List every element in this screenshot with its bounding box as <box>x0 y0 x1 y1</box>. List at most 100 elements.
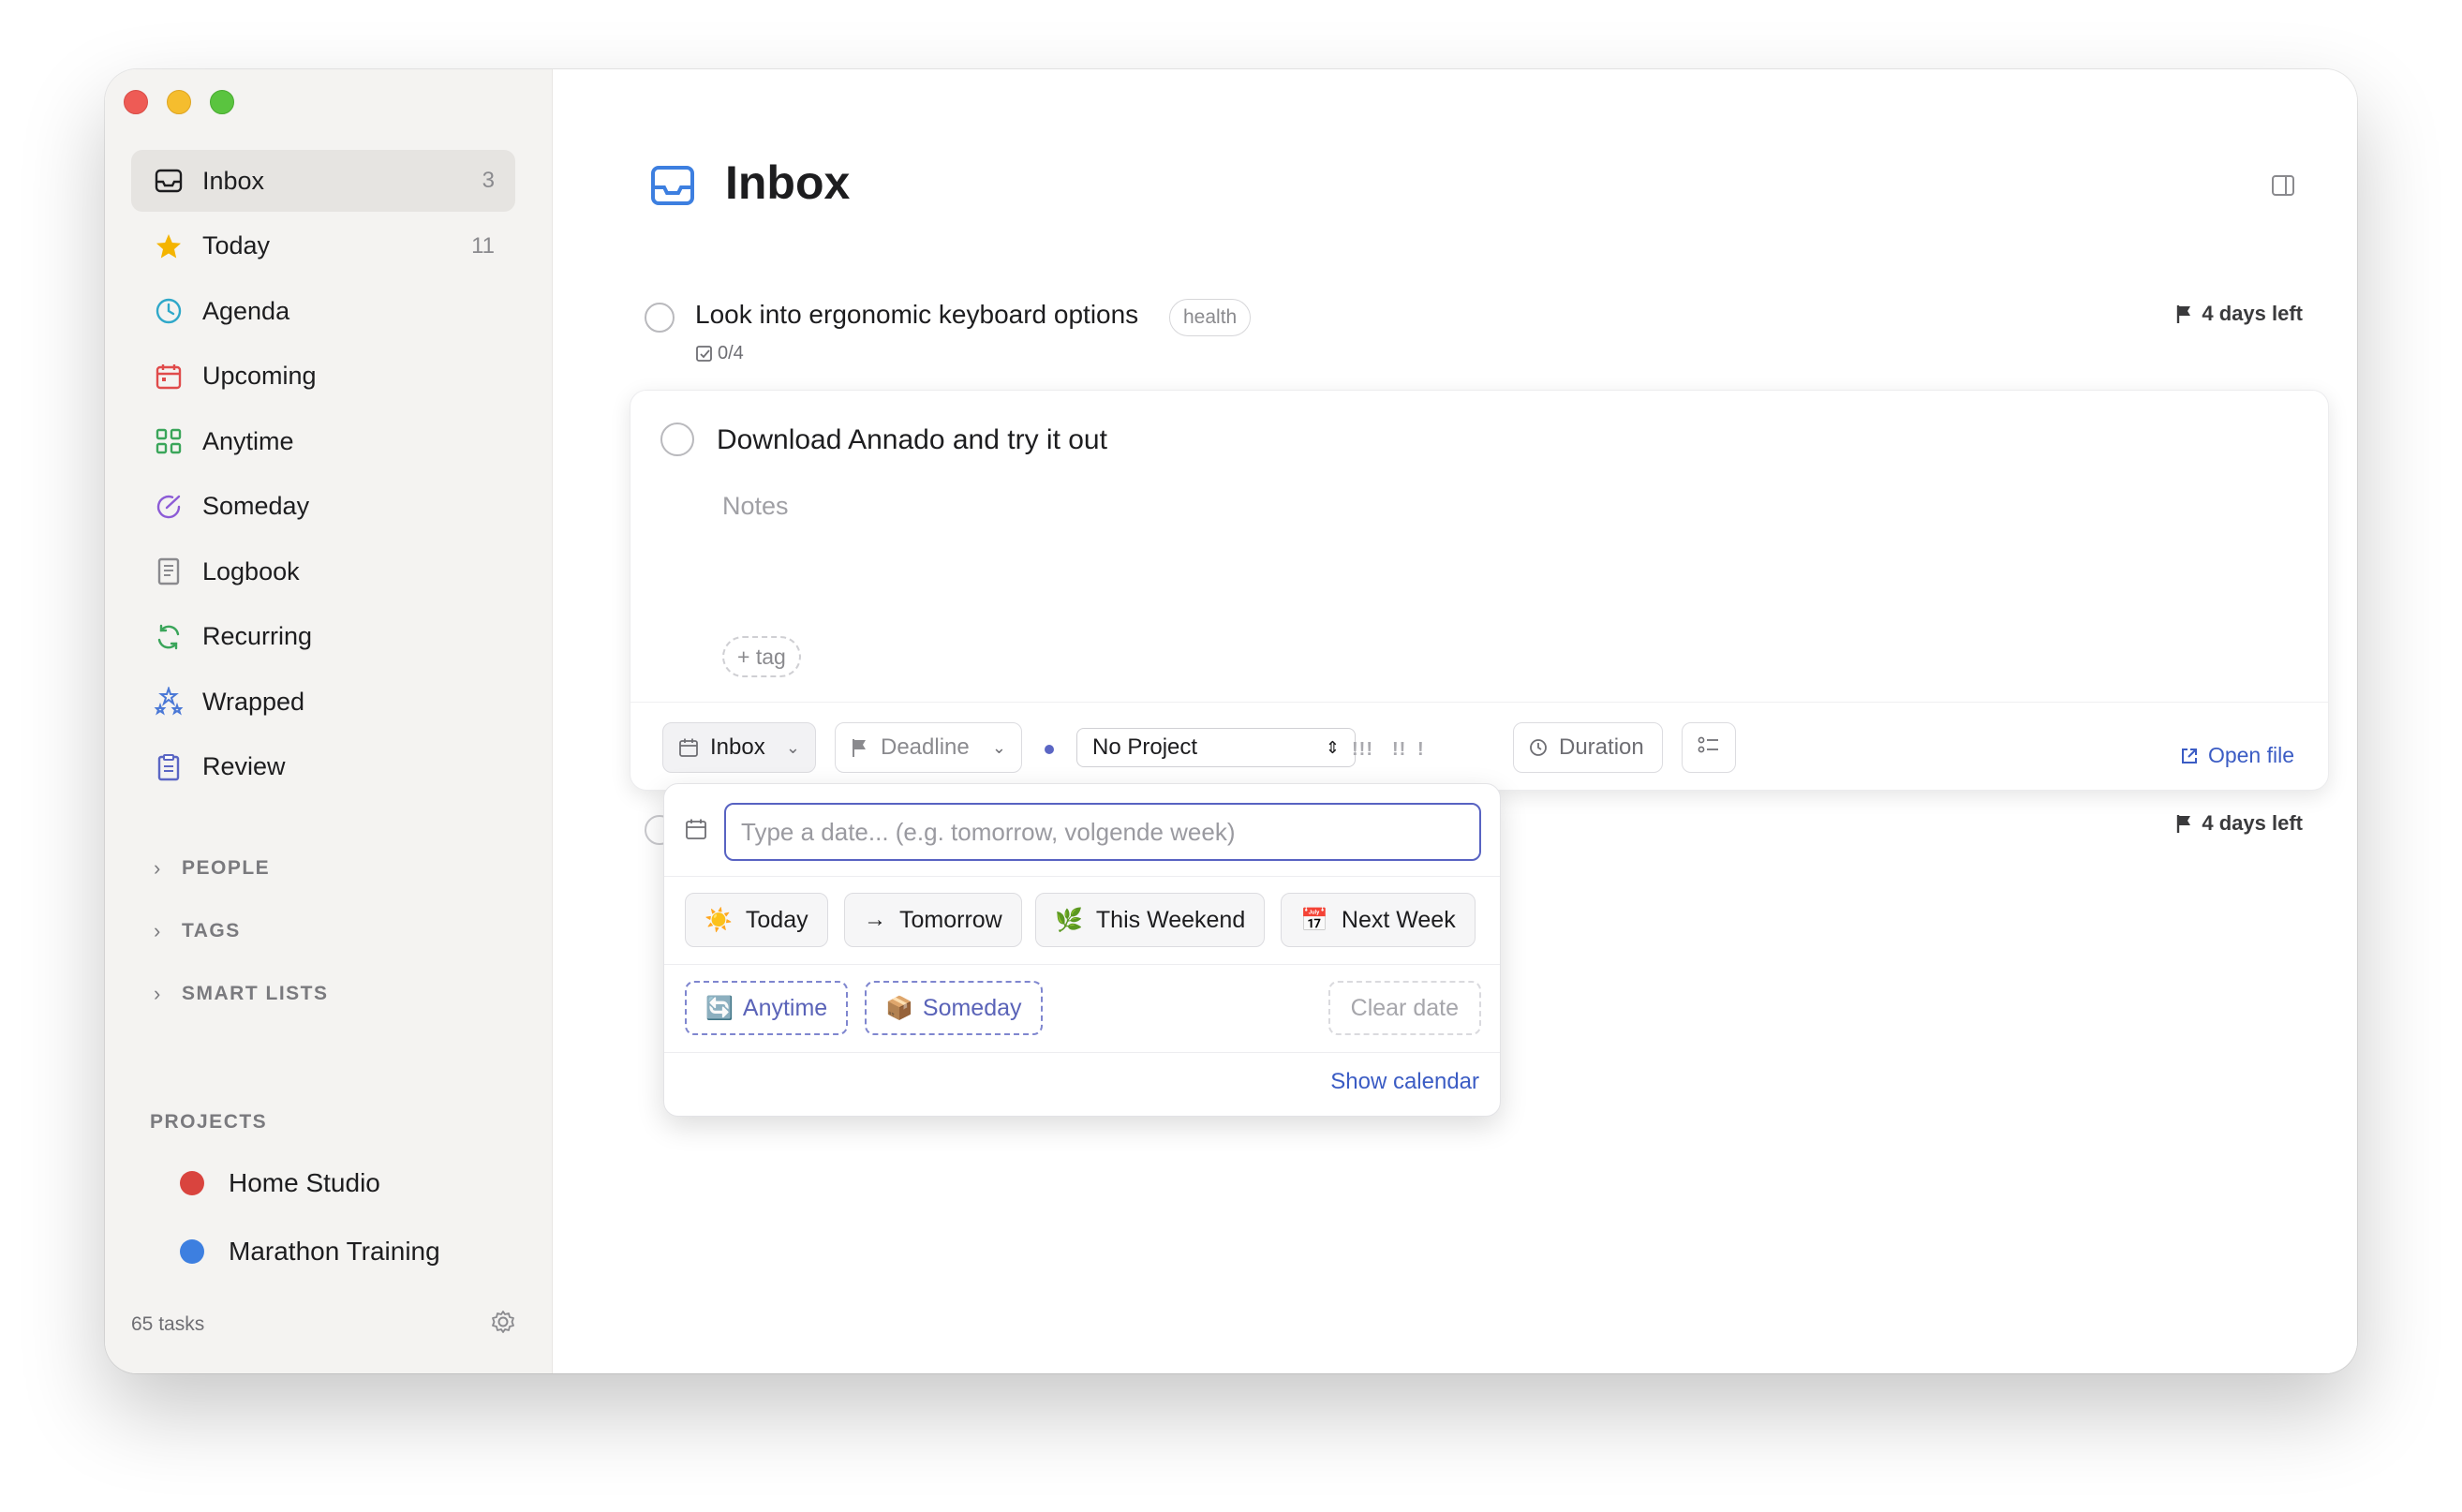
deadline-button[interactable]: Deadline ⌄ <box>835 722 1022 773</box>
project-item-marathon-training[interactable]: Marathon Training <box>180 1237 440 1267</box>
settings-gear-icon[interactable] <box>489 1308 517 1336</box>
priority-low-button[interactable]: ! <box>1417 739 1425 761</box>
sidebar-item-wrapped[interactable]: Wrapped <box>131 671 515 733</box>
recurring-icon: 🔄 <box>705 995 734 1021</box>
deadline-text: 4 days left <box>2202 811 2303 835</box>
flag-icon <box>2177 815 2191 833</box>
priority-medium-button[interactable]: !! <box>1392 739 1406 761</box>
sidebar-item-count: 3 <box>482 168 495 193</box>
project-select[interactable]: No Project ⇕ <box>1076 728 1356 767</box>
projects-header: PROJECTS <box>150 1111 268 1133</box>
sidebar-panel-toggle-icon[interactable] <box>2271 174 2295 197</box>
sidebar-item-agenda[interactable]: Agenda <box>131 280 515 342</box>
sidebar-item-label: Inbox <box>202 166 265 195</box>
project-name: Marathon Training <box>229 1237 440 1266</box>
calendar-icon <box>685 818 707 845</box>
task-editor-card: Download Annado and try it out Notes + t… <box>630 390 2329 791</box>
sidebar-item-review[interactable]: Review <box>131 736 515 798</box>
task-deadline: 4 days left <box>2175 302 2303 326</box>
project-color-dot <box>180 1239 204 1264</box>
chevron-right-icon: › <box>154 856 162 880</box>
book-icon <box>152 555 185 588</box>
sidebar-item-label: Anytime <box>202 426 294 455</box>
quick-date-label: Tomorrow <box>899 906 1002 933</box>
chevron-down-icon: ⌄ <box>785 737 800 757</box>
sidebar-item-someday[interactable]: Someday <box>131 476 515 538</box>
quick-date-next-week-button[interactable]: 📅 Next Week <box>1281 893 1476 947</box>
date-picker-popover: ☀️ Today → Tomorrow 🌿 This Weekend 📅 Nex… <box>663 783 1501 1117</box>
chevron-right-icon: › <box>154 919 162 942</box>
minimize-window-button[interactable] <box>167 90 191 114</box>
quick-date-label: This Weekend <box>1095 906 1246 933</box>
duration-button[interactable]: Duration <box>1513 722 1663 773</box>
arrow-right-icon: → <box>864 907 886 932</box>
quick-date-today-button[interactable]: ☀️ Today <box>685 893 828 947</box>
someday-label: Someday <box>922 994 1022 1021</box>
chevron-right-icon: › <box>154 982 162 1005</box>
clear-date-button[interactable]: Clear date <box>1327 981 1481 1035</box>
add-tag-button[interactable]: + tag <box>722 636 801 677</box>
sidebar: Inbox 3 Today 11 Agenda Upcoming Anytime… <box>105 69 553 1373</box>
sidebar-item-label: Wrapped <box>202 687 305 716</box>
calendar-icon: 📅 <box>1300 907 1328 933</box>
zoom-window-button[interactable] <box>210 90 234 114</box>
notes-field[interactable]: Notes <box>722 492 789 521</box>
task-tag[interactable]: health <box>1169 299 1252 336</box>
updown-chevron-icon: ⇕ <box>1325 737 1340 757</box>
quick-date-this-weekend-button[interactable]: 🌿 This Weekend <box>1035 893 1266 947</box>
date-input[interactable] <box>724 803 1481 861</box>
sidebar-item-upcoming[interactable]: Upcoming <box>131 346 515 408</box>
divider <box>664 876 1500 877</box>
recurring-icon <box>152 620 185 654</box>
task-title[interactable]: Look into ergonomic keyboard options <box>695 300 1138 330</box>
anytime-label: Anytime <box>742 994 828 1021</box>
open-file-label: Open file <box>2207 743 2294 767</box>
project-item-home-studio[interactable]: Home Studio <box>180 1168 380 1198</box>
section-label: TAGS <box>182 920 241 941</box>
sidebar-item-anytime[interactable]: Anytime <box>131 410 515 472</box>
flag-icon <box>2177 305 2191 323</box>
sidebar-item-count: 11 <box>471 232 495 259</box>
flag-icon <box>851 737 869 758</box>
checklist-button[interactable] <box>1682 722 1736 773</box>
app-window: Inbox 3 Today 11 Agenda Upcoming Anytime… <box>105 69 2357 1373</box>
anytime-button[interactable]: 🔄 Anytime <box>685 981 849 1035</box>
sidebar-item-label: Upcoming <box>202 362 317 390</box>
subtask-count: 0/4 <box>718 343 744 363</box>
priority-high-button[interactable]: !!! <box>1352 739 1373 761</box>
when-button[interactable]: Inbox ⌄ <box>662 722 816 773</box>
task-title-field[interactable]: Download Annado and try it out <box>717 424 1107 456</box>
leaf-icon: 🌿 <box>1055 907 1083 933</box>
section-label: SMART LISTS <box>182 983 329 1004</box>
someday-icon <box>152 490 185 524</box>
section-tags[interactable]: › TAGS <box>154 919 241 943</box>
someday-button[interactable]: 📦 Someday <box>865 981 1043 1035</box>
project-color-dot <box>180 1171 204 1195</box>
inbox-icon <box>650 165 695 206</box>
deadline-text: 4 days left <box>2202 302 2303 325</box>
checklist-icon <box>1697 734 1721 762</box>
task-checkbox[interactable] <box>645 303 675 333</box>
section-label: PEOPLE <box>182 857 271 879</box>
task-toolbar: Inbox ⌄ Deadline ⌄ No Project ⇕ !!! !! !… <box>630 702 2328 792</box>
stars-icon <box>152 685 185 719</box>
star-icon <box>152 230 185 263</box>
sidebar-item-label: Recurring <box>202 622 313 650</box>
sidebar-item-inbox[interactable]: Inbox 3 <box>131 150 515 212</box>
task-checkbox[interactable] <box>660 422 694 456</box>
checklist-icon <box>696 345 712 362</box>
open-file-link[interactable]: Open file <box>2180 743 2294 768</box>
sidebar-item-label: Review <box>202 752 286 780</box>
section-people[interactable]: › PEOPLE <box>154 856 270 881</box>
quick-date-label: Next Week <box>1341 906 1456 933</box>
task-deadline: 4 days left <box>2175 811 2303 836</box>
show-calendar-link[interactable]: Show calendar <box>1330 1069 1479 1095</box>
quick-date-tomorrow-button[interactable]: → Tomorrow <box>844 893 1022 947</box>
sidebar-item-label: Logbook <box>202 556 300 586</box>
sidebar-item-logbook[interactable]: Logbook <box>131 541 515 602</box>
sidebar-item-recurring[interactable]: Recurring <box>131 606 515 668</box>
sidebar-item-today[interactable]: Today 11 <box>131 215 515 277</box>
close-window-button[interactable] <box>124 90 148 114</box>
section-smart-lists[interactable]: › SMART LISTS <box>154 982 329 1006</box>
calendar-icon <box>678 737 699 758</box>
